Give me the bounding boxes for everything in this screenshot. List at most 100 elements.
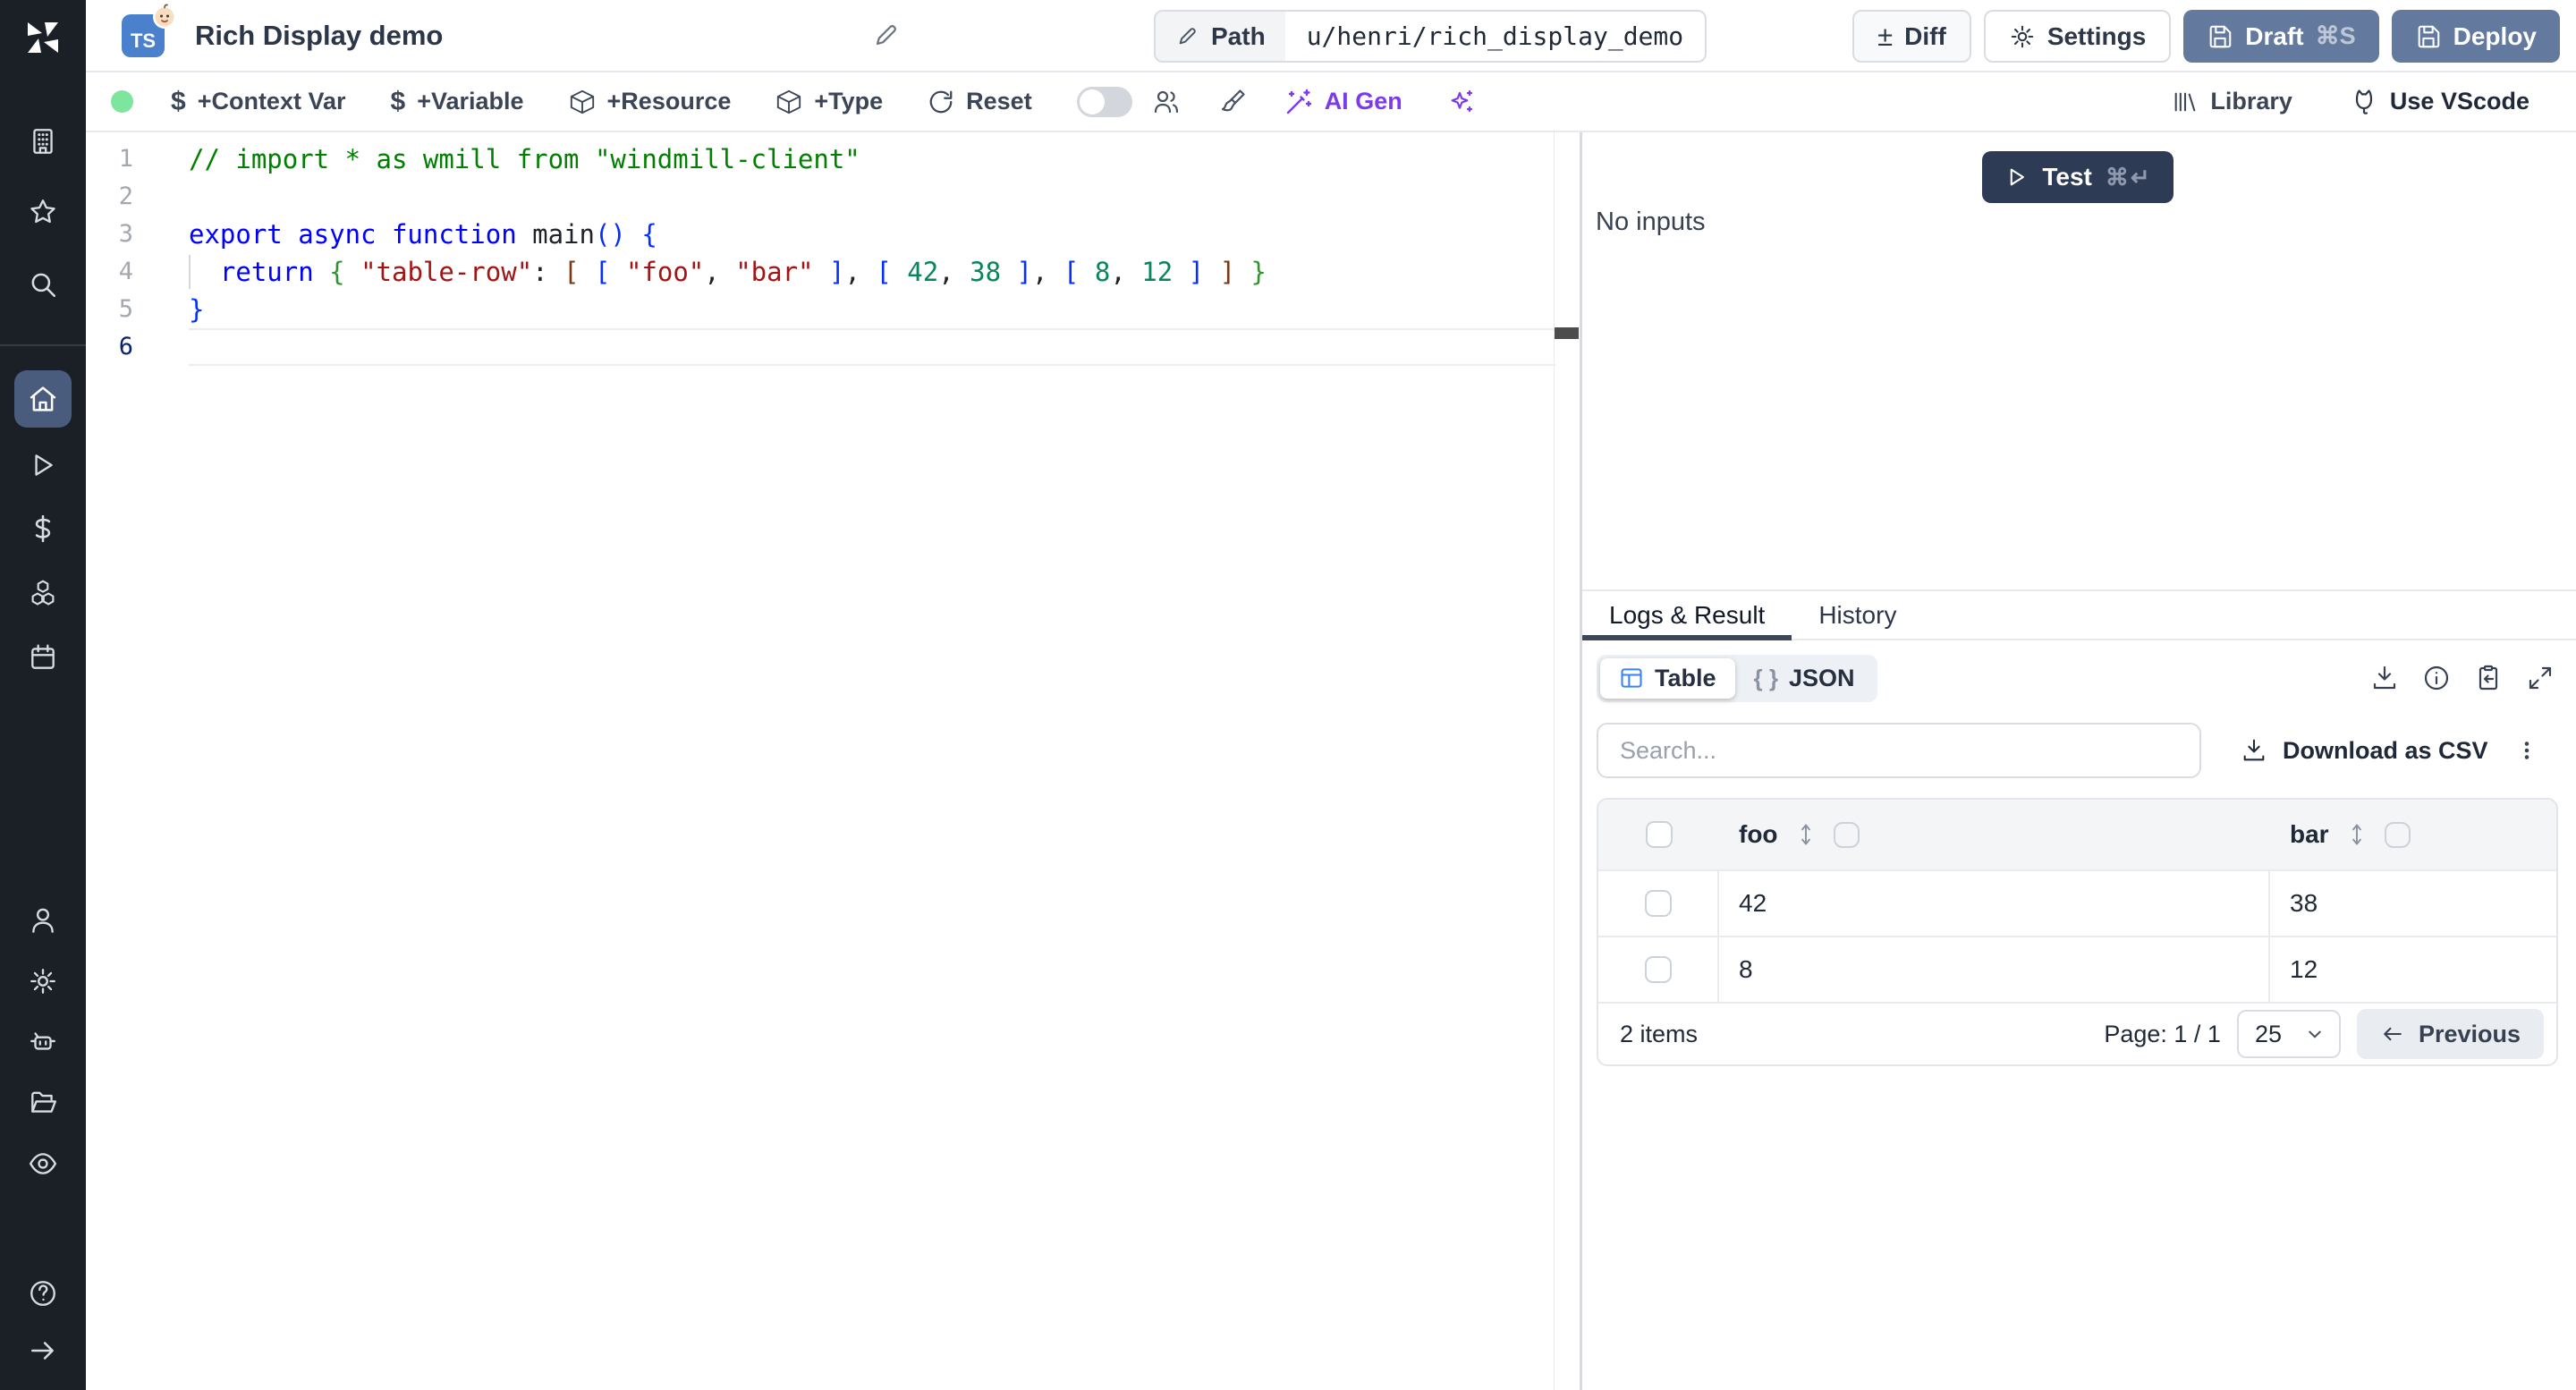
page-title: Rich Display demo	[195, 19, 444, 51]
windmill-logo-icon[interactable]	[0, 16, 86, 59]
cell-foo: 8	[1719, 937, 2270, 1002]
format-brush-icon[interactable]	[1218, 88, 1247, 116]
code-line[interactable]: 3 export async function main() {	[86, 216, 1580, 253]
sidebar-divider	[0, 344, 86, 346]
cat-icon	[2355, 89, 2373, 114]
sidebar	[0, 0, 86, 1390]
code-editor[interactable]: 1// import * as wmill from "windmill-cli…	[86, 132, 1580, 1390]
column-header-bar[interactable]: bar	[2290, 820, 2556, 849]
workers-robot-icon[interactable]	[0, 1027, 86, 1057]
table-header: foo bar	[1598, 800, 2556, 869]
library-icon	[2175, 92, 2196, 111]
row-checkbox[interactable]	[1644, 956, 1672, 983]
workspace-building-icon[interactable]	[0, 126, 86, 157]
sort-icon[interactable]	[1793, 822, 1818, 847]
line-number: 4	[118, 258, 133, 285]
diff-mode-toggle[interactable]	[1076, 86, 1132, 117]
ai-gen-button[interactable]: AI Gen	[1284, 88, 1402, 116]
right-panel: Test ⌘↵ No inputs Logs & Result History	[1582, 132, 2576, 1390]
code-line[interactable]: 1// import * as wmill from "windmill-cli…	[86, 140, 1580, 178]
results-section: Logs & Result History Table {} JSON Sea…	[1582, 589, 2576, 1390]
dollar-icon: $	[390, 86, 406, 116]
use-vscode-button[interactable]: Use VScode	[2350, 88, 2529, 116]
add-variable-button[interactable]: $ +Variable	[391, 87, 524, 117]
path-value: u/henri/rich_display_demo	[1306, 21, 1684, 51]
draft-shortcut: ⌘S	[2315, 22, 2356, 49]
previous-page-button[interactable]: Previous	[2356, 1009, 2544, 1059]
view-toggle-json[interactable]: { } JSON	[1735, 658, 1874, 699]
page-size-select[interactable]: 25	[2236, 1010, 2341, 1058]
diff-button[interactable]: ± Diff	[1852, 10, 1971, 63]
table-row: 42 38	[1598, 869, 2556, 936]
select-all-checkbox[interactable]	[1645, 821, 1673, 848]
add-resource-button[interactable]: +Resource	[569, 88, 731, 115]
sort-icon[interactable]	[2344, 822, 2369, 847]
items-count: 2 items	[1620, 1020, 1699, 1047]
table-controls-row: Download as CSV	[1582, 716, 2576, 794]
download-result-icon[interactable]	[2370, 664, 2399, 692]
users-person-icon[interactable]	[0, 905, 86, 936]
path-label-section: Path	[1156, 12, 1285, 61]
audit-eye-icon[interactable]	[0, 1148, 86, 1179]
magic-wand-icon	[1286, 89, 1311, 114]
variables-dollar-icon[interactable]	[0, 513, 86, 544]
table-grid-icon	[1621, 668, 1642, 688]
expand-sidebar-arrow-icon[interactable]	[0, 1335, 86, 1366]
line-number: 1	[118, 145, 133, 173]
tab-logs-result[interactable]: Logs & Result	[1582, 591, 1792, 640]
folders-icon[interactable]	[0, 1088, 86, 1118]
edit-title-pencil-icon[interactable]	[871, 21, 900, 50]
schedules-calendar-icon[interactable]	[0, 642, 86, 673]
run-section: Test ⌘↵ No inputs	[1582, 132, 2576, 589]
sidebar-item-home[interactable]	[14, 370, 72, 428]
table-menu-kebab-icon[interactable]	[2513, 723, 2562, 778]
code-line[interactable]: 2	[86, 178, 1580, 216]
no-inputs-label: No inputs	[1596, 208, 1706, 236]
results-toolbar: Table { } JSON	[1582, 640, 2576, 716]
expand-fullscreen-icon[interactable]	[2526, 664, 2555, 692]
column-filter-checkbox[interactable]	[1833, 821, 1860, 848]
multiplayer-users-icon[interactable]	[1152, 88, 1181, 116]
column-filter-checkbox[interactable]	[2384, 821, 2411, 848]
baby-emoji-badge	[150, 2, 179, 30]
save-icon	[2418, 25, 2439, 47]
test-button[interactable]: Test ⌘↵	[1982, 151, 2174, 203]
view-toggle: Table { } JSON	[1597, 654, 1877, 702]
editor-scrollbar-marker[interactable]	[1555, 327, 1579, 339]
page-indicator: Page: 1 / 1	[2104, 1020, 2221, 1047]
copy-clipboard-icon[interactable]	[2474, 664, 2503, 692]
code-line[interactable]: 4 return { "table-row": [ [ "foo", "bar"…	[86, 253, 1580, 291]
results-tabs: Logs & Result History	[1582, 591, 2576, 640]
settings-button[interactable]: Settings	[1983, 10, 2172, 63]
sparkles-icon[interactable]	[1447, 88, 1476, 116]
chevron-down-icon	[2309, 1030, 2321, 1038]
plus-minus-icon: ±	[1877, 21, 1894, 52]
line-number: 5	[118, 295, 133, 323]
row-checkbox[interactable]	[1644, 890, 1672, 917]
download-csv-button[interactable]: Download as CSV	[2241, 723, 2488, 778]
runs-play-icon[interactable]	[0, 450, 86, 480]
add-context-var-button[interactable]: $ +Context Var	[171, 87, 346, 117]
reset-button[interactable]: Reset	[928, 88, 1032, 115]
editor-toolbar: $ +Context Var $ +Variable +Resource +Ty…	[86, 72, 2576, 132]
help-question-icon[interactable]	[0, 1278, 86, 1309]
search-icon[interactable]	[0, 269, 86, 300]
table-row: 8 12	[1598, 936, 2556, 1002]
table-footer: 2 items Page: 1 / 1 25 Previous	[1598, 1002, 2556, 1064]
add-type-button[interactable]: +Type	[775, 88, 883, 115]
code-line[interactable]: 6	[86, 328, 1580, 366]
info-icon[interactable]	[2422, 664, 2451, 692]
settings-gear-icon[interactable]	[0, 966, 86, 996]
resources-cubes-icon[interactable]	[0, 578, 86, 608]
code-line[interactable]: 5}	[86, 291, 1580, 328]
view-toggle-table[interactable]: Table	[1600, 657, 1735, 699]
library-button[interactable]: Library	[2172, 88, 2292, 115]
deploy-button[interactable]: Deploy	[2391, 10, 2560, 63]
favorites-star-icon[interactable]	[0, 197, 86, 227]
result-table: foo bar 42 38 8 12 2 items Page: 1 / 1 2…	[1597, 798, 2558, 1066]
draft-button[interactable]: Draft ⌘S	[2183, 10, 2379, 63]
column-header-foo[interactable]: foo	[1739, 820, 2270, 849]
tab-history[interactable]: History	[1792, 591, 1923, 639]
search-input[interactable]	[1597, 723, 2201, 778]
path-button[interactable]: Path u/henri/rich_display_demo	[1154, 10, 1707, 63]
